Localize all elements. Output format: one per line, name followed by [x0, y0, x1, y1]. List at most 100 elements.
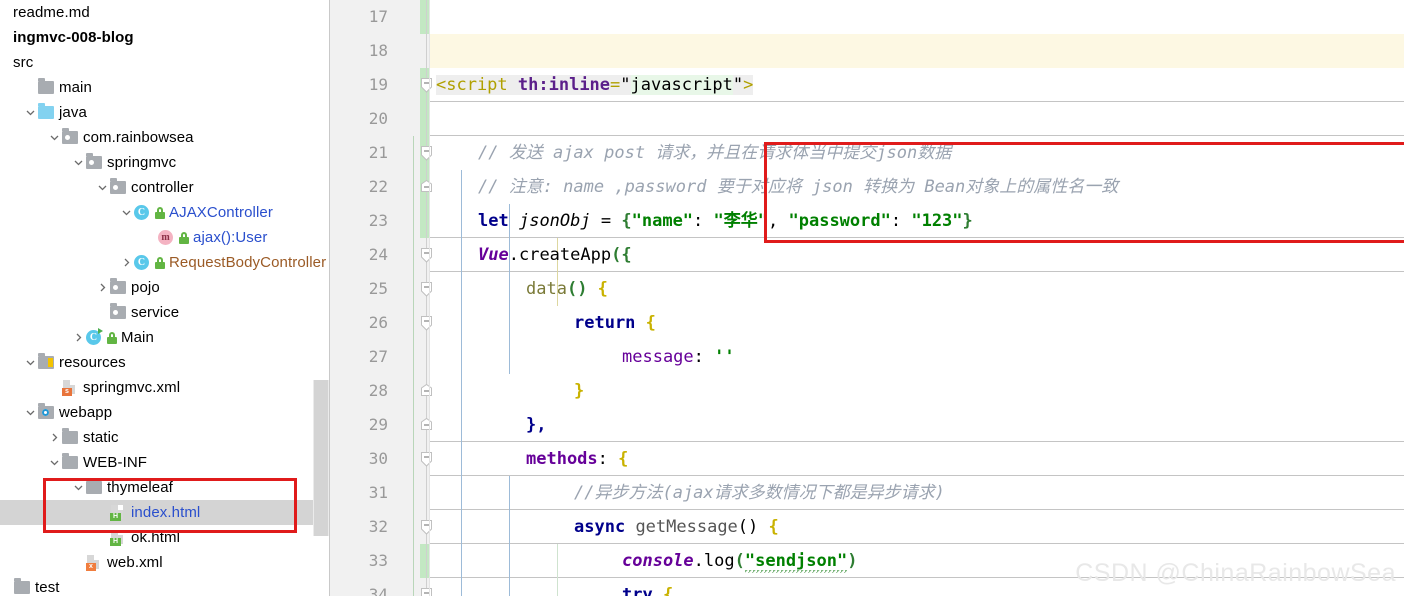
- tree-expand-chevron-down-icon[interactable]: [120, 200, 133, 225]
- code-line: data() {: [526, 279, 608, 299]
- tree-expand-chevron-right-icon[interactable]: [96, 275, 109, 300]
- tree-item-label: webapp: [59, 404, 113, 421]
- tree-item-label: RequestBodyController: [169, 254, 327, 271]
- code-line: let jsonObj = {"name": "李华", "password":…: [478, 211, 973, 231]
- package-folder-icon: [109, 303, 126, 321]
- resources-folder-icon: [37, 353, 54, 371]
- tree-expand-chevron-right-icon[interactable]: [120, 250, 133, 275]
- tree-item-label: AJAXController: [169, 204, 273, 221]
- package-folder-icon: [85, 153, 102, 171]
- code-line: message: '': [622, 347, 735, 367]
- tree-item-label: thymeleaf: [107, 479, 173, 496]
- html-file-icon: H: [109, 529, 126, 546]
- tree-item-main[interactable]: C Main: [0, 325, 340, 350]
- line-number: 27: [368, 347, 388, 366]
- line-number: 30: [368, 449, 388, 468]
- line-number: 19: [368, 75, 388, 94]
- tree-item-index-html[interactable]: Hindex.html: [0, 500, 340, 525]
- tree-item-label: ajax():User: [193, 229, 268, 246]
- tree-item-label: test: [35, 579, 60, 596]
- webapp-folder-icon: [37, 403, 54, 421]
- tree-item-resources[interactable]: resources: [0, 350, 340, 375]
- tree-vertical-scrollbar[interactable]: [313, 380, 329, 536]
- tree-item-ok-html[interactable]: Hok.html: [0, 525, 340, 550]
- tree-expand-chevron-right-icon[interactable]: [72, 325, 85, 350]
- tree-item-springmvc-xml[interactable]: s springmvc.xml: [0, 375, 340, 400]
- tree-item-web-inf[interactable]: WEB-INF: [0, 450, 340, 475]
- tree-item-label: main: [59, 79, 92, 96]
- line-number: 34: [368, 585, 388, 596]
- tree-expand-none: [72, 550, 85, 575]
- public-visibility-icon: [179, 231, 189, 244]
- tree-item-controller[interactable]: controller: [0, 175, 340, 200]
- line-number: 31: [368, 483, 388, 502]
- tree-expand-none: [0, 25, 13, 50]
- code-line: }: [574, 381, 585, 401]
- code-line: },: [526, 415, 547, 435]
- java-method-icon: m: [157, 229, 174, 246]
- tree-expand-chevron-down-icon[interactable]: [96, 175, 109, 200]
- line-number: 21: [368, 143, 388, 162]
- tree-item-main[interactable]: main: [0, 75, 340, 100]
- tree-item-requestbodycontroller[interactable]: C RequestBodyController: [0, 250, 340, 275]
- tree-item-static[interactable]: static: [0, 425, 340, 450]
- tree-item-ajaxcontroller[interactable]: C AJAXController: [0, 200, 340, 225]
- tree-item-java[interactable]: java: [0, 100, 340, 125]
- ide-window: readme.md ingmvc-008-blog src main java com.r…: [0, 0, 1404, 596]
- caret-line-highlight: [430, 34, 1404, 68]
- tree-expand-none: [96, 525, 109, 550]
- tree-expand-none: [0, 50, 13, 75]
- tree-expand-chevron-down-icon[interactable]: [24, 400, 37, 425]
- line-number: 29: [368, 415, 388, 434]
- tree-item-test[interactable]: test: [0, 575, 340, 596]
- folder-icon: [37, 78, 54, 96]
- tree-item-label: springmvc: [107, 154, 177, 171]
- tree-item-web-xml[interactable]: x web.xml: [0, 550, 340, 575]
- tree-item-label: springmvc.xml: [83, 379, 181, 396]
- tree-item-ingmvc-008-blog[interactable]: ingmvc-008-blog: [0, 25, 340, 50]
- tree-item-label: readme.md: [13, 4, 90, 21]
- tree-expand-chevron-down-icon[interactable]: [72, 150, 85, 175]
- package-folder-icon: [61, 128, 78, 146]
- tree-item-springmvc[interactable]: springmvc: [0, 150, 340, 175]
- tree-expand-chevron-down-icon[interactable]: [72, 475, 85, 500]
- tree-item-src[interactable]: src: [0, 50, 340, 75]
- project-tool-window[interactable]: readme.md ingmvc-008-blog src main java com.r…: [0, 0, 340, 596]
- code-line: // 发送 ajax post 请求，并且在请求体当中提交json数据: [478, 143, 952, 163]
- editor-gutter[interactable]: 17 18 19 20 21 22 23 24 25 26 27 28 29 30 31 32 33 34: [330, 0, 432, 596]
- tree-scrollbar-thumb[interactable]: [314, 380, 328, 536]
- tree-item-thymeleaf[interactable]: thymeleaf: [0, 475, 340, 500]
- tree-expand-chevron-right-icon[interactable]: [48, 425, 61, 450]
- tree-item-label: static: [83, 429, 119, 446]
- package-folder-icon: [109, 178, 126, 196]
- tree-item-com-rainbowsea[interactable]: com.rainbowsea: [0, 125, 340, 150]
- tree-expand-chevron-down-icon[interactable]: [48, 125, 61, 150]
- tree-item-pojo[interactable]: pojo: [0, 275, 340, 300]
- tree-expand-chevron-down-icon[interactable]: [48, 450, 61, 475]
- tree-item-label: com.rainbowsea: [83, 129, 194, 146]
- tree-item-readme-md[interactable]: readme.md: [0, 0, 340, 25]
- tree-expand-none: [96, 500, 109, 525]
- tree-expand-chevron-down-icon[interactable]: [24, 100, 37, 125]
- tree-item-ajax-user[interactable]: m ajax():User: [0, 225, 340, 250]
- tree-item-label: ok.html: [131, 529, 181, 546]
- code-editor[interactable]: 17 18 19 20 21 22 23 24 25 26 27 28 29 30 31 32 33 34 <sc…: [330, 0, 1404, 596]
- line-number: 33: [368, 551, 388, 570]
- indent-guide: [413, 136, 414, 596]
- tree-item-service[interactable]: service: [0, 300, 340, 325]
- tree-expand-none: [96, 300, 109, 325]
- tree-expand-chevron-down-icon[interactable]: [24, 350, 37, 375]
- tree-item-label: Main: [121, 329, 154, 346]
- tree-item-label: index.html: [131, 504, 201, 521]
- tree-item-webapp[interactable]: webapp: [0, 400, 340, 425]
